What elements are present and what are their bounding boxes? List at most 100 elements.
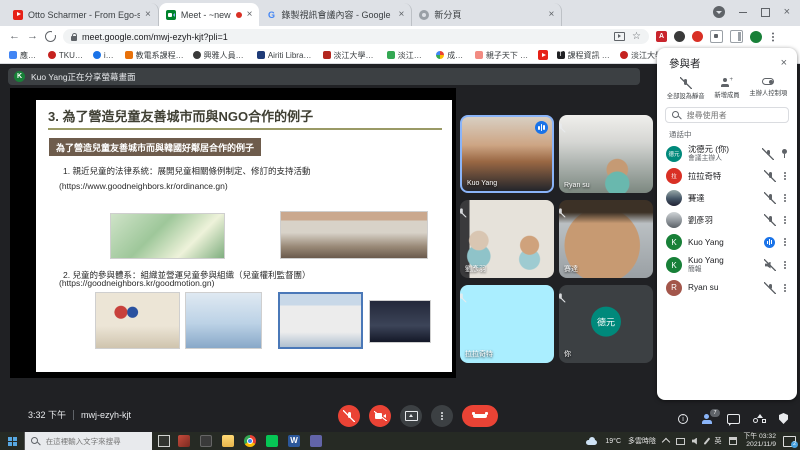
- more-options-icon[interactable]: [784, 219, 786, 221]
- teams-icon[interactable]: [310, 435, 322, 447]
- participant-search-input[interactable]: [685, 110, 782, 121]
- mic-off-icon: [765, 193, 775, 203]
- bookmark-item[interactable]: 成員介紹: [436, 50, 466, 61]
- extension-icon[interactable]: [692, 31, 703, 42]
- url-text[interactable]: meet.google.com/mwj-ezyh-kjt?pli=1: [82, 32, 609, 42]
- line-app-icon[interactable]: [266, 435, 278, 447]
- back-button[interactable]: ←: [9, 31, 20, 42]
- bookmark-item[interactable]: TKU WWW: [48, 51, 84, 60]
- add-member-button[interactable]: + 新增成員: [706, 78, 747, 100]
- tab-close-icon[interactable]: ×: [398, 10, 404, 20]
- profile-avatar[interactable]: [750, 31, 762, 43]
- bookmark-item[interactable]: iClass: [93, 51, 116, 60]
- taskbar-app-icon[interactable]: [200, 435, 212, 447]
- participant-row-presentation[interactable]: K Kuo Yang 簡報: [657, 253, 797, 276]
- taskbar-app-icon[interactable]: [178, 435, 190, 447]
- pin-icon[interactable]: [780, 149, 788, 159]
- media-controls-icon[interactable]: [614, 32, 625, 41]
- panel-close-icon[interactable]: ×: [781, 58, 787, 69]
- leave-call-button[interactable]: [462, 405, 498, 427]
- close-button[interactable]: ×: [784, 7, 790, 18]
- maximize-button[interactable]: [761, 8, 770, 17]
- more-options-icon[interactable]: [784, 287, 786, 289]
- present-button[interactable]: [400, 405, 422, 427]
- tab-close-icon[interactable]: ×: [145, 10, 151, 20]
- participant-row[interactable]: 劉彥羽: [657, 209, 797, 231]
- participant-row[interactable]: 賽達: [657, 187, 797, 209]
- camera-off-button[interactable]: [369, 405, 391, 427]
- more-options-icon[interactable]: [784, 175, 786, 177]
- tray-window-icon[interactable]: [729, 437, 737, 445]
- participants-button[interactable]: 7: [701, 414, 714, 424]
- tab-close-icon[interactable]: ×: [548, 10, 554, 20]
- taskbar-search[interactable]: [24, 432, 152, 450]
- adobe-extension-icon[interactable]: A: [656, 31, 667, 42]
- start-button[interactable]: [0, 432, 24, 450]
- address-bar[interactable]: meet.google.com/mwj-ezyh-kjt?pli=1 ☆: [63, 29, 649, 44]
- chrome-menu-icon[interactable]: [772, 36, 774, 38]
- task-view-button[interactable]: [158, 435, 170, 447]
- tab-youtube[interactable]: Otto Scharmer - From Ego-sy ×: [6, 3, 159, 26]
- bookmark-item[interactable]: 興雅人員身健保作..: [193, 50, 248, 61]
- tab-meet[interactable]: Meet - ~new ×: [159, 3, 260, 26]
- bookmark-item[interactable]: 淡江大學-教..: [387, 50, 427, 61]
- bookmark-apps[interactable]: 應用程式: [9, 50, 39, 61]
- tab-google-help[interactable]: G 錄製視訊會議內容 - Google Me ×: [259, 3, 412, 26]
- pen-tray-icon[interactable]: [704, 437, 710, 444]
- hidden-icons-chevron[interactable]: [662, 438, 670, 446]
- bookmark-item[interactable]: T課程資訊 - 授課講..: [557, 50, 612, 61]
- bookmark-item[interactable]: 淡江大學教學紀實..: [323, 50, 378, 61]
- ime-indicator[interactable]: 英: [715, 436, 722, 446]
- mute-all-button[interactable]: 全部設為靜音: [665, 78, 706, 100]
- host-controls-button[interactable]: 主辦人控制項: [748, 78, 789, 100]
- participant-row[interactable]: K Kuo Yang: [657, 231, 797, 253]
- activities-button[interactable]: [753, 414, 766, 423]
- bookmark-item[interactable]: 親子天下 - 最佳學..: [475, 50, 530, 61]
- more-options-icon[interactable]: [784, 241, 786, 243]
- bookmark-star-icon[interactable]: ☆: [632, 32, 641, 42]
- display-tray-icon[interactable]: [676, 438, 685, 445]
- weather-icon[interactable]: [585, 437, 598, 445]
- more-options-icon[interactable]: [784, 264, 786, 266]
- tab-new[interactable]: 新分頁 ×: [412, 3, 562, 26]
- participant-search[interactable]: [665, 107, 789, 123]
- participant-name: 沈德元 (你): [688, 145, 757, 155]
- reload-button[interactable]: [45, 31, 56, 42]
- bookmark-youtube[interactable]: [538, 50, 547, 60]
- forward-button[interactable]: →: [27, 31, 38, 42]
- sidebar-icon[interactable]: [730, 30, 743, 43]
- more-options-button[interactable]: [431, 405, 453, 427]
- meeting-details-button[interactable]: i: [678, 414, 688, 424]
- tab-close-icon[interactable]: ×: [247, 10, 253, 20]
- minimize-button[interactable]: [739, 12, 747, 13]
- tab-search-icon[interactable]: [713, 6, 725, 18]
- extensions-puzzle-icon[interactable]: [710, 30, 723, 43]
- more-options-icon[interactable]: [784, 197, 786, 199]
- notification-center-icon[interactable]: 2: [783, 436, 796, 447]
- chat-button[interactable]: [727, 414, 740, 424]
- video-tile-lalachite[interactable]: 拉拉奇特: [460, 285, 554, 363]
- participant-row[interactable]: R Ryan su: [657, 277, 797, 299]
- video-tile-kuo-yang[interactable]: Kuo Yang: [460, 115, 554, 193]
- video-tile-ryan-su[interactable]: Ryan su: [559, 115, 653, 193]
- bookmark-item[interactable]: Airiti Library華藝線..: [257, 50, 314, 61]
- weather-temp[interactable]: 19°C: [605, 438, 621, 445]
- participant-row[interactable]: 拉 拉拉奇特: [657, 165, 797, 187]
- speaking-indicator-icon: [764, 237, 775, 248]
- host-controls-shield-button[interactable]: [779, 413, 788, 424]
- weather-desc[interactable]: 多雲時陰: [628, 436, 656, 446]
- participant-row-host[interactable]: 德元 沈德元 (你) 會議主辦人: [657, 142, 797, 165]
- taskbar-search-input[interactable]: [44, 436, 146, 447]
- video-tile-seda[interactable]: 賽達: [559, 200, 653, 278]
- video-tile-liu-yan-yu[interactable]: 劉彥羽: [460, 200, 554, 278]
- extension-icon[interactable]: [674, 31, 685, 42]
- file-explorer-icon[interactable]: [222, 435, 234, 447]
- video-tile-you[interactable]: 德元 你: [559, 285, 653, 363]
- chrome-icon[interactable]: [244, 435, 256, 447]
- word-icon[interactable]: W: [288, 435, 300, 447]
- tile-name: Kuo Yang: [467, 180, 497, 187]
- bookmark-item[interactable]: 教電系課程資習教材..: [125, 50, 184, 61]
- taskbar-clock[interactable]: 下午 03:32 2021/11/9: [744, 433, 777, 450]
- volume-tray-icon[interactable]: [692, 438, 699, 445]
- mic-mute-button[interactable]: [338, 405, 360, 427]
